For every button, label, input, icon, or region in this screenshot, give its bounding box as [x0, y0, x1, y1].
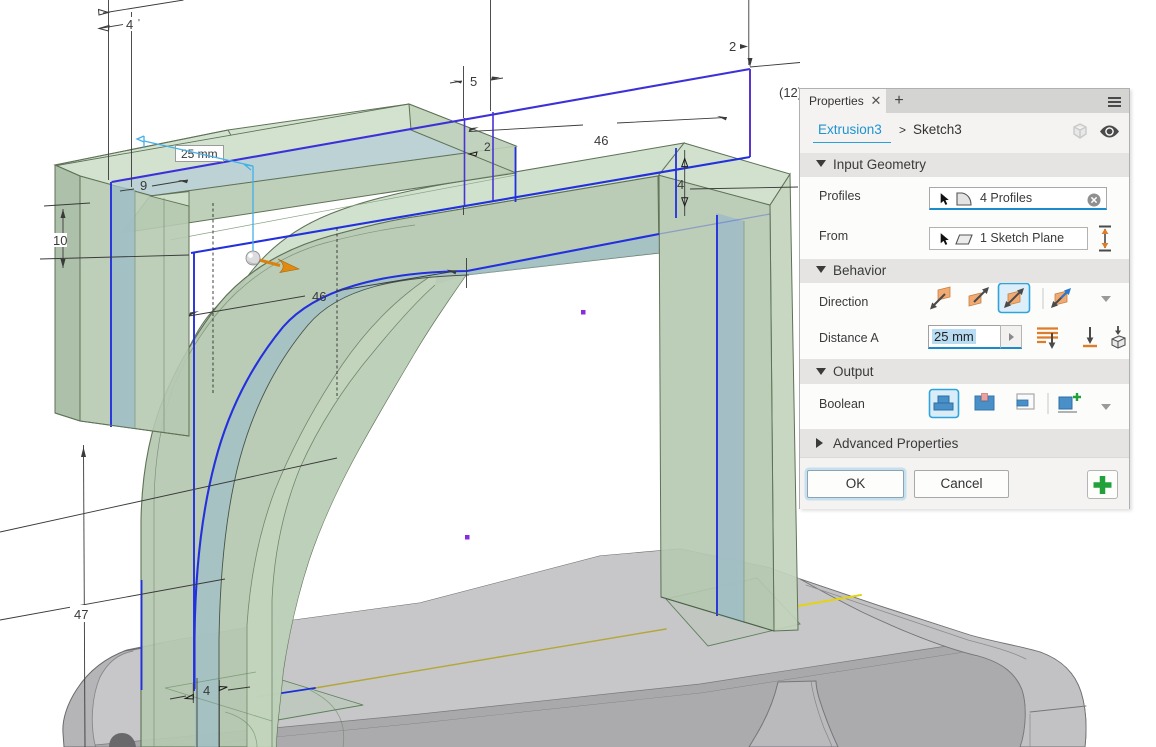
svg-text:4: 4 — [203, 683, 210, 698]
svg-text:': ' — [138, 18, 140, 29]
svg-text:46: 46 — [594, 133, 608, 148]
svg-text:4: 4 — [677, 177, 684, 192]
svg-text:2: 2 — [484, 140, 491, 154]
svg-text:4: 4 — [126, 17, 133, 32]
svg-text:9: 9 — [140, 178, 147, 193]
svg-text:10: 10 — [53, 233, 67, 248]
svg-text:2: 2 — [729, 39, 736, 54]
svg-text:47: 47 — [74, 607, 88, 622]
svg-text:5: 5 — [470, 74, 477, 89]
svg-text:46: 46 — [312, 289, 326, 304]
